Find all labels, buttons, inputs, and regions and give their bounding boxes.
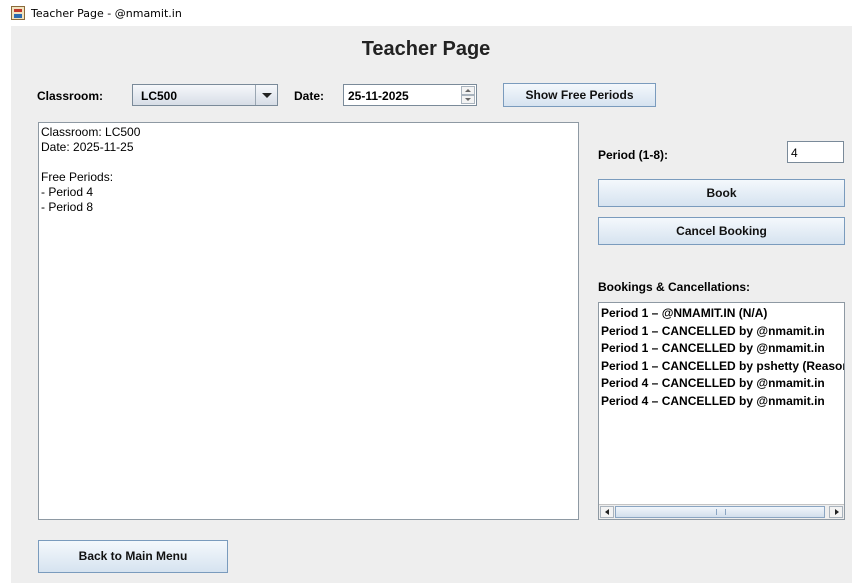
grip-icon (716, 509, 726, 515)
bookings-list[interactable]: Period 1 – @NMAMIT.IN (N/A) Period 1 – C… (598, 302, 845, 520)
date-label: Date: (294, 89, 325, 103)
java-cup-icon (11, 6, 25, 20)
window-title: Teacher Page - @nmamit.in (31, 7, 182, 20)
output-line: - Period 8 (41, 200, 94, 214)
output-line: Classroom: LC500 (41, 125, 141, 139)
title-bar: Teacher Page - @nmamit.in (0, 0, 852, 26)
scroll-thumb[interactable] (615, 506, 825, 518)
output-line: Date: 2025-11-25 (41, 140, 134, 154)
show-free-periods-button[interactable]: Show Free Periods (503, 83, 656, 107)
date-spinner[interactable]: 25-11-2025 (343, 84, 477, 106)
period-input[interactable]: 4 (787, 141, 844, 163)
classroom-selected-value: LC500 (141, 89, 178, 103)
page-title: Teacher Page (361, 38, 491, 60)
bookings-label: Bookings & Cancellations: (598, 280, 751, 294)
main-panel: Teacher Page Classroom: LC500 Date: 25-1… (11, 26, 852, 583)
spin-up-icon[interactable] (461, 86, 475, 95)
scroll-right-icon[interactable] (829, 506, 843, 518)
list-item[interactable]: Period 1 – CANCELLED by pshetty (Reason:… (601, 358, 844, 376)
scroll-left-icon[interactable] (600, 506, 614, 518)
spin-down-icon[interactable] (461, 95, 475, 104)
list-item[interactable]: Period 4 – CANCELLED by @nmamit.in (601, 393, 844, 411)
period-label: Period (1-8): (598, 148, 669, 162)
list-item[interactable]: Period 1 – @NMAMIT.IN (N/A) (601, 305, 844, 323)
cancel-booking-button[interactable]: Cancel Booking (598, 217, 845, 245)
list-item[interactable]: Period 1 – CANCELLED by @nmamit.in (601, 340, 844, 358)
classroom-label: Classroom: (37, 89, 104, 103)
classroom-dropdown[interactable]: LC500 (132, 84, 278, 106)
horizontal-scrollbar[interactable] (599, 504, 844, 519)
list-item[interactable]: Period 1 – CANCELLED by @nmamit.in (601, 323, 844, 341)
book-button[interactable]: Book (598, 179, 845, 207)
back-to-main-menu-button[interactable]: Back to Main Menu (38, 540, 228, 573)
chevron-down-icon[interactable] (255, 85, 277, 105)
free-periods-output: Classroom: LC500 Date: 2025-11-25 Free P… (38, 122, 579, 520)
output-line: Free Periods: (41, 170, 114, 184)
output-line: - Period 4 (41, 185, 94, 199)
date-value[interactable]: 25-11-2025 (348, 89, 409, 103)
list-item[interactable]: Period 4 – CANCELLED by @nmamit.in (601, 375, 844, 393)
